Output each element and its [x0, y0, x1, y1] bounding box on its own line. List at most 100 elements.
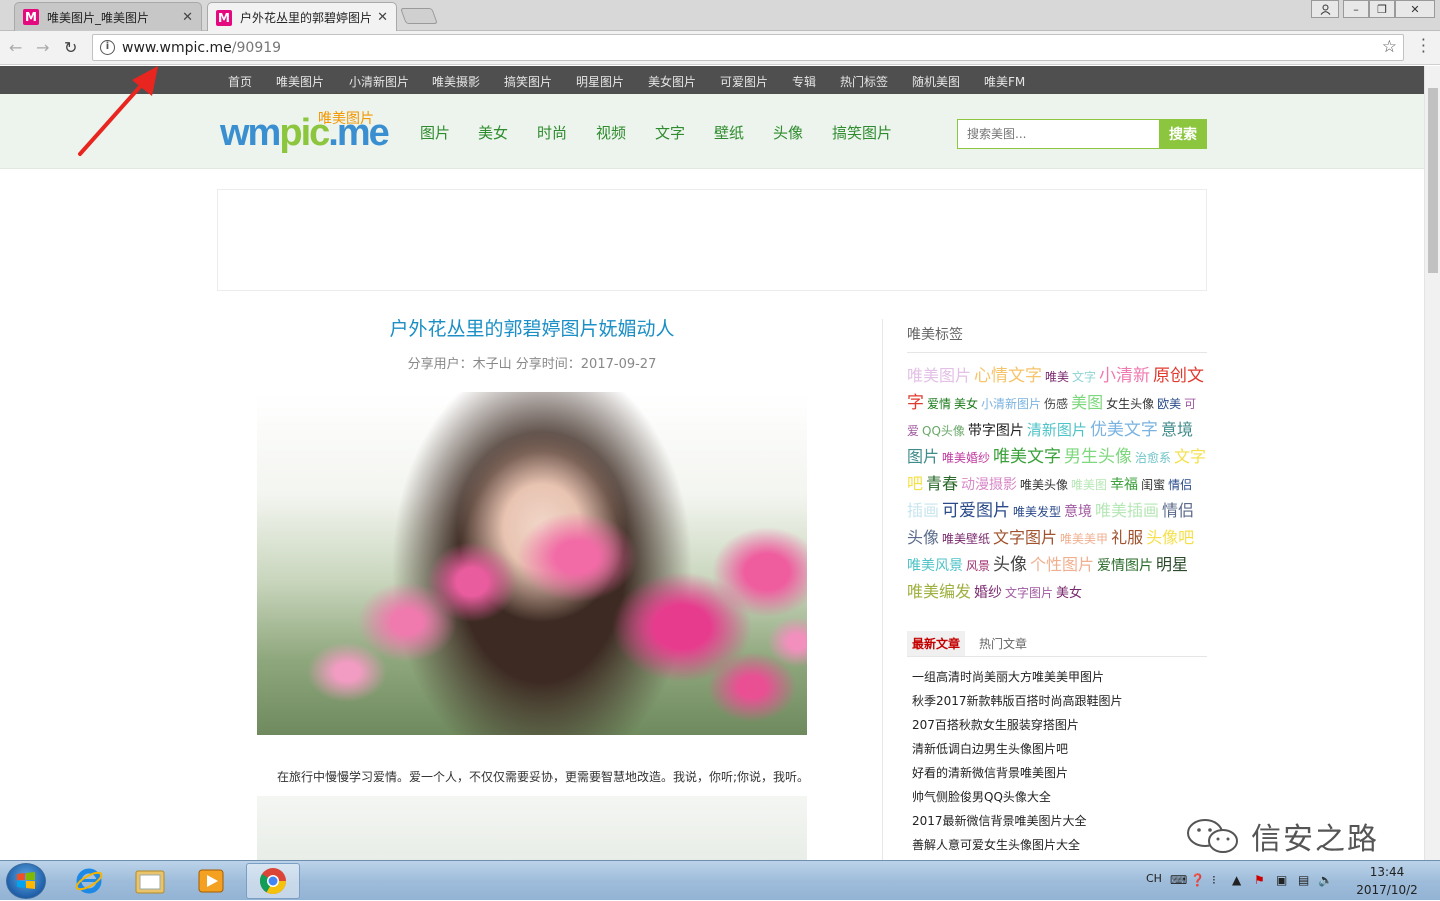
tag-link[interactable]: 美女: [954, 397, 978, 411]
back-arrow-icon[interactable]: ←: [9, 38, 22, 57]
browser-menu-icon[interactable]: · · ·: [1421, 32, 1426, 60]
tag-link[interactable]: 唯美风景: [907, 558, 963, 574]
category-link[interactable]: 视频: [596, 122, 626, 143]
tag-link[interactable]: 治愈系: [1135, 451, 1171, 465]
network-icon[interactable]: ▤: [1298, 873, 1309, 887]
close-tab-icon[interactable]: ✕: [377, 10, 388, 25]
topnav-link[interactable]: 明星图片: [576, 73, 624, 90]
action-center-icon[interactable]: ⚑: [1254, 873, 1265, 887]
tag-link[interactable]: 礼服: [1111, 528, 1143, 547]
new-tab-button[interactable]: [400, 8, 438, 24]
browser-tab-1[interactable]: M 唯美图片_唯美图片 ✕: [14, 2, 202, 31]
tag-link[interactable]: 头像: [993, 555, 1027, 575]
tag-link[interactable]: 文字图片: [1005, 586, 1053, 600]
tag-link[interactable]: 唯美插画: [1095, 501, 1159, 520]
article-list-item[interactable]: 帅气侧脸俊男QQ头像大全: [907, 785, 1207, 809]
tag-link[interactable]: 小清新: [1099, 366, 1150, 386]
scrollbar-thumb[interactable]: [1428, 88, 1438, 273]
tag-link[interactable]: 幸福: [1110, 477, 1138, 493]
tag-link[interactable]: 美女: [1056, 586, 1082, 601]
article-list-item[interactable]: 善解人意可爱女生头像图片大全: [907, 833, 1207, 857]
close-tab-icon[interactable]: ✕: [182, 10, 193, 25]
help-icon[interactable]: ❓: [1190, 873, 1205, 887]
article-photo[interactable]: [257, 796, 807, 860]
topnav-link[interactable]: 搞笑图片: [504, 73, 552, 90]
topnav-link[interactable]: 唯美图片: [276, 73, 324, 90]
tag-link[interactable]: 文字图片: [993, 528, 1057, 547]
close-window-button[interactable]: ✕: [1395, 0, 1435, 18]
tray-options-icon[interactable]: ⁝: [1212, 873, 1216, 887]
tab-hot[interactable]: 热门文章: [979, 635, 1027, 652]
category-link[interactable]: 美女: [478, 122, 508, 143]
taskbar-chrome[interactable]: [246, 863, 300, 899]
minimize-button[interactable]: –: [1343, 0, 1369, 18]
tag-link[interactable]: 唯美图片: [907, 366, 971, 385]
topnav-link[interactable]: 可爱图片: [720, 73, 768, 90]
topnav-link[interactable]: 唯美摄影: [432, 73, 480, 90]
article-list-item[interactable]: 清新低调白边男生头像图片吧: [907, 737, 1207, 761]
article-list-item[interactable]: 207百搭秋款女生服装穿搭图片: [907, 713, 1207, 737]
category-link[interactable]: 搞笑图片: [832, 122, 892, 143]
tag-link[interactable]: 女生头像: [1106, 397, 1154, 411]
keyboard-icon[interactable]: ⌨: [1170, 873, 1187, 887]
topnav-link[interactable]: 专辑: [792, 73, 816, 90]
topnav-link[interactable]: 小清新图片: [349, 73, 409, 90]
article-list-item[interactable]: 秋季2017新款韩版百搭时尚高跟鞋图片: [907, 689, 1207, 713]
topnav-link[interactable]: 唯美FM: [984, 73, 1025, 90]
site-info-icon[interactable]: i: [100, 40, 115, 55]
article-list-item[interactable]: 一组高清时尚美丽大方唯美美甲图片: [907, 665, 1207, 689]
volume-icon[interactable]: 🔈: [1318, 873, 1333, 887]
tag-link[interactable]: 爱情图片: [1097, 558, 1153, 574]
tag-link[interactable]: 意境: [1064, 504, 1092, 520]
tag-link[interactable]: 风景: [966, 559, 990, 573]
tag-link[interactable]: 唯美文字: [993, 447, 1061, 467]
tag-link[interactable]: 唯美编发: [907, 582, 971, 601]
topnav-link[interactable]: 随机美图: [912, 73, 960, 90]
search-button[interactable]: 搜索: [1159, 119, 1207, 149]
tag-link[interactable]: 文字: [1072, 370, 1096, 384]
forward-arrow-icon[interactable]: →: [36, 38, 49, 57]
taskbar-explorer[interactable]: [123, 863, 177, 899]
category-link[interactable]: 头像: [773, 122, 803, 143]
category-link[interactable]: 壁纸: [714, 122, 744, 143]
tag-link[interactable]: 唯美婚纱: [942, 451, 990, 465]
clipboard-icon[interactable]: ▣: [1276, 873, 1287, 887]
tag-link[interactable]: 闺蜜: [1141, 478, 1165, 492]
user-profile-button[interactable]: [1311, 0, 1339, 18]
tag-link[interactable]: 青春: [926, 474, 958, 493]
tag-link[interactable]: 男生头像: [1064, 447, 1132, 467]
tag-link[interactable]: 唯美: [1045, 370, 1069, 384]
category-link[interactable]: 时尚: [537, 122, 567, 143]
tag-link[interactable]: 可爱图片: [942, 501, 1010, 521]
tag-link[interactable]: 唯美壁纸: [942, 532, 990, 546]
start-button[interactable]: [6, 863, 46, 899]
show-hidden-icons[interactable]: ▲: [1232, 873, 1241, 887]
language-indicator[interactable]: CH: [1146, 872, 1162, 885]
taskbar-ie[interactable]: [62, 863, 116, 899]
taskbar-clock[interactable]: 13:44 2017/10/2: [1352, 863, 1422, 899]
tag-link[interactable]: QQ头像: [922, 424, 965, 438]
tag-link[interactable]: 优美文字: [1090, 420, 1158, 440]
tag-link[interactable]: 唯美头像: [1020, 478, 1068, 492]
category-link[interactable]: 文字: [655, 122, 685, 143]
tag-link[interactable]: 带字图片: [968, 423, 1024, 439]
tag-link[interactable]: 伤感: [1044, 397, 1068, 411]
tag-link[interactable]: 唯美美甲: [1060, 532, 1108, 546]
tag-link[interactable]: 清新图片: [1027, 421, 1087, 439]
taskbar-media-player[interactable]: [184, 863, 238, 899]
article-photo[interactable]: [257, 392, 807, 735]
article-list-item[interactable]: 2017最新微信背景唯美图片大全: [907, 809, 1207, 833]
tag-link[interactable]: 明星: [1156, 555, 1188, 574]
topnav-link[interactable]: 首页: [228, 73, 252, 90]
reload-icon[interactable]: ↻: [64, 38, 77, 57]
address-bar[interactable]: i www.wmpic.me/90919 ☆: [92, 34, 1404, 61]
category-link[interactable]: 图片: [420, 122, 450, 143]
tag-link[interactable]: 唯美发型: [1013, 505, 1061, 519]
tag-link[interactable]: 情侣: [1168, 478, 1192, 492]
topnav-link[interactable]: 热门标签: [840, 73, 888, 90]
tag-link[interactable]: 头像吧: [1146, 528, 1194, 547]
tag-link[interactable]: 心情文字: [974, 366, 1042, 386]
browser-tab-2[interactable]: M 户外花丛里的郭碧婷图片 ✕: [207, 2, 397, 32]
tag-link[interactable]: 美图: [1071, 393, 1103, 412]
tag-link[interactable]: 爱情: [927, 397, 951, 411]
